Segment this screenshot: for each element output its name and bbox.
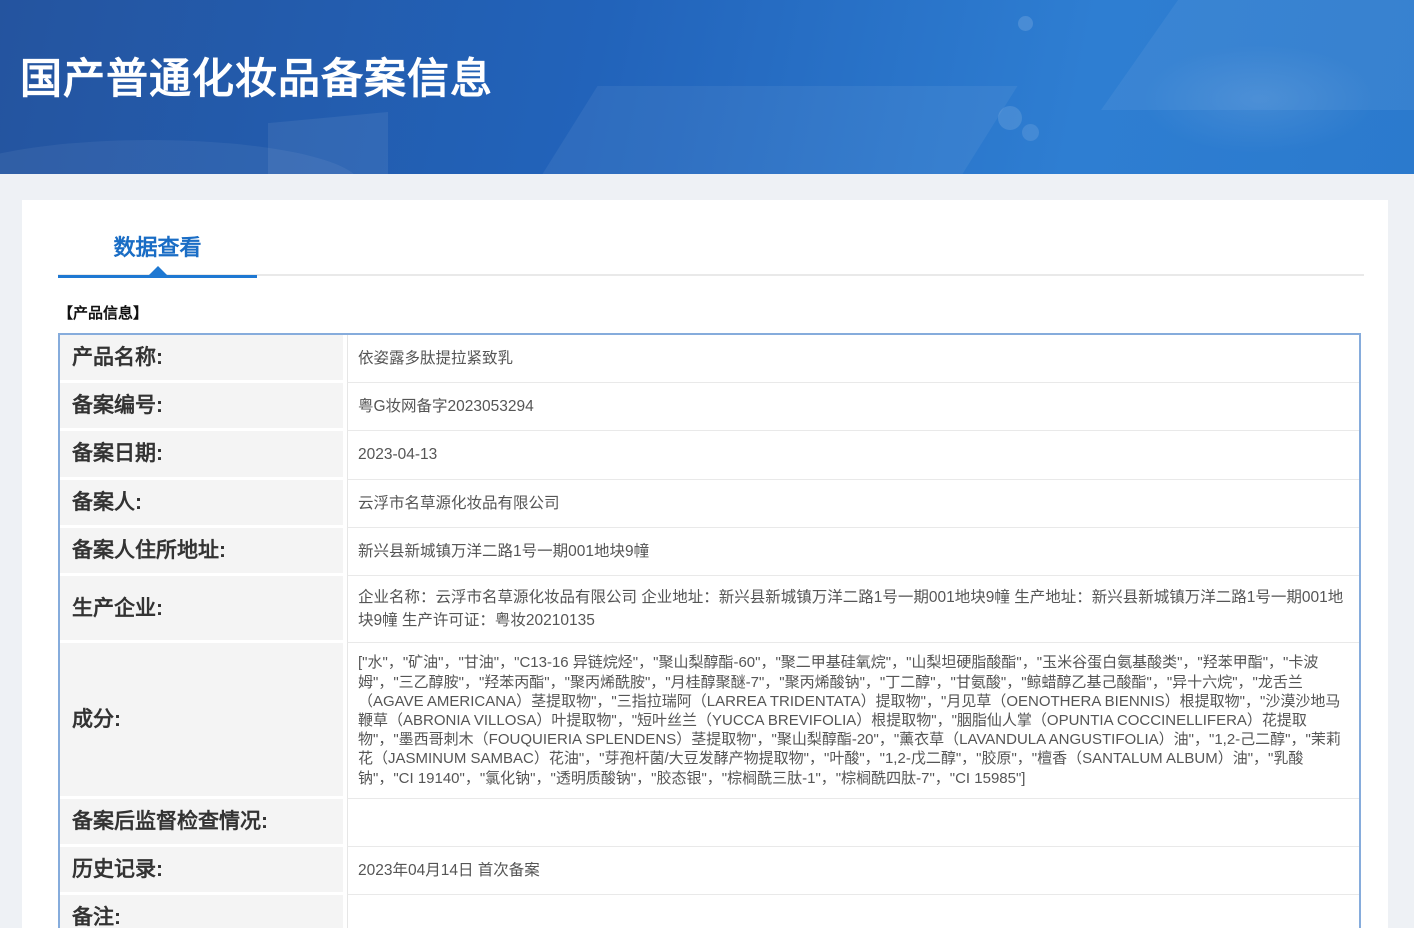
banner-decoration-ellipse — [1140, 44, 1380, 154]
table-row-ingredients: 成分: ["水"，"矿油"，"甘油"，"C13-16 异链烷烃"，"聚山梨醇酯-… — [60, 643, 1359, 799]
banner-decoration-band — [1100, 0, 1414, 110]
table-row-manufacturer: 生产企业: 企业名称：云浮市名草源化妆品有限公司 企业地址：新兴县新城镇万洋二路… — [60, 575, 1359, 644]
field-label: 备案后监督检查情况: — [60, 798, 347, 847]
field-value — [347, 798, 1359, 847]
table-row-remarks: 备注: — [60, 895, 1359, 928]
tab-bar: 数据查看 — [58, 230, 1364, 278]
banner-decoration-dot — [1022, 124, 1039, 141]
banner-decoration-dot — [1018, 16, 1033, 31]
content-card: 数据查看 【产品信息】 产品名称: 依姿露多肽提拉紧致乳 备案编号: 粤G妆网备… — [22, 200, 1388, 928]
field-label: 备案编号: — [60, 383, 347, 432]
tab-active-arrow-icon — [148, 266, 167, 275]
tab-data-view[interactable]: 数据查看 — [58, 230, 257, 278]
page-title: 国产普通化妆品备案信息 — [20, 55, 494, 102]
table-row-registrant-address: 备案人住所地址: 新兴县新城镇万洋二路1号一期001地块9幢 — [60, 527, 1359, 576]
section-title-product-info: 【产品信息】 — [58, 305, 149, 322]
field-label: 备案日期: — [60, 431, 347, 480]
field-value: 企业名称：云浮市名草源化妆品有限公司 企业地址：新兴县新城镇万洋二路1号一期00… — [347, 575, 1359, 644]
banner-decoration-dot — [998, 106, 1022, 130]
banner-decoration-ellipse — [0, 140, 360, 174]
field-label: 备注: — [60, 895, 347, 928]
tab-data-view-label: 数据查看 — [113, 235, 202, 260]
table-row-supervision-check: 备案后监督检查情况: — [60, 798, 1359, 847]
field-label: 历史记录: — [60, 846, 347, 896]
field-label: 产品名称: — [60, 335, 347, 384]
field-value: 粤G妆网备字2023053294 — [347, 383, 1359, 432]
product-info-table: 产品名称: 依姿露多肽提拉紧致乳 备案编号: 粤G妆网备字2023053294 … — [58, 333, 1361, 928]
page-header-banner: 国产普通化妆品备案信息 — [0, 0, 1414, 174]
banner-decoration-trapezoid — [268, 112, 388, 174]
field-label: 备案人住所地址: — [60, 527, 347, 576]
field-value: 新兴县新城镇万洋二路1号一期001地块9幢 — [347, 527, 1359, 576]
field-label: 备案人: — [60, 479, 347, 528]
table-row-history: 历史记录: 2023年04月14日 首次备案 — [60, 846, 1359, 896]
field-value: ["水"，"矿油"，"甘油"，"C13-16 异链烷烃"，"聚山梨醇酯-60"，… — [347, 643, 1359, 799]
tab-active-underline — [58, 275, 257, 278]
field-value: 2023年04月14日 首次备案 — [347, 846, 1359, 896]
field-value: 2023-04-13 — [347, 431, 1359, 480]
banner-decoration-band — [522, 86, 1018, 174]
field-value — [347, 895, 1359, 928]
table-row-registrant: 备案人: 云浮市名草源化妆品有限公司 — [60, 479, 1359, 528]
table-row-record-number: 备案编号: 粤G妆网备字2023053294 — [60, 383, 1359, 432]
table-row-product-name: 产品名称: 依姿露多肽提拉紧致乳 — [60, 335, 1359, 384]
field-label: 生产企业: — [60, 575, 347, 644]
table-row-record-date: 备案日期: 2023-04-13 — [60, 431, 1359, 480]
field-label: 成分: — [60, 643, 347, 799]
field-value: 依姿露多肽提拉紧致乳 — [347, 335, 1359, 384]
field-value: 云浮市名草源化妆品有限公司 — [347, 479, 1359, 528]
